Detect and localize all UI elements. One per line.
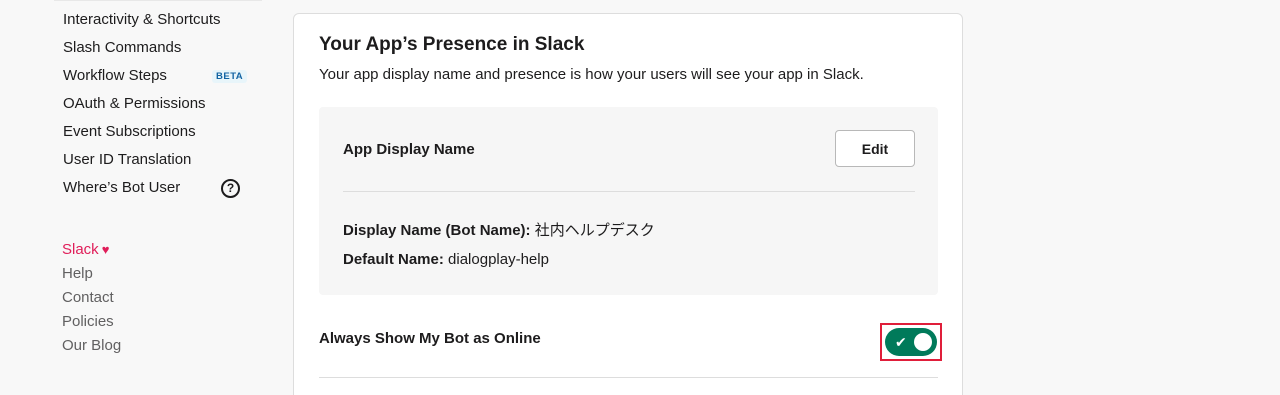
- default-name-row: Default Name: dialogplay-help: [343, 251, 549, 268]
- card-description: Your app display name and presence is ho…: [319, 66, 864, 83]
- help-icon[interactable]: ?: [221, 179, 240, 198]
- toggle-knob: [914, 333, 932, 351]
- sidebar-item-workflow-steps[interactable]: Workflow Steps: [63, 66, 167, 86]
- app-display-name-label: App Display Name: [343, 141, 475, 158]
- default-name-value: dialogplay-help: [448, 251, 549, 268]
- footer-link-help[interactable]: Help: [62, 264, 93, 284]
- card-divider: [319, 377, 938, 378]
- sidebar-item-user-id-translation[interactable]: User ID Translation: [63, 150, 191, 170]
- footer-link-contact[interactable]: Contact: [62, 288, 114, 308]
- footer-link-our-blog[interactable]: Our Blog: [62, 336, 121, 356]
- beta-badge: BETA: [212, 70, 248, 83]
- footer-link-slack-label: Slack: [62, 241, 99, 258]
- sidebar-item-event-subscriptions[interactable]: Event Subscriptions: [63, 122, 196, 142]
- default-name-key: Default Name:: [343, 251, 444, 268]
- display-name-key: Display Name (Bot Name):: [343, 222, 531, 239]
- app-presence-card: Your App’s Presence in Slack Your app di…: [293, 13, 963, 395]
- always-online-label: Always Show My Bot as Online: [319, 330, 541, 347]
- heart-icon: ♥: [101, 242, 110, 257]
- footer-link-slack[interactable]: Slack ♥: [62, 240, 109, 260]
- check-icon: ✔: [895, 334, 907, 350]
- panel-divider: [343, 191, 915, 192]
- always-online-toggle[interactable]: ✔: [885, 328, 937, 356]
- footer-link-policies[interactable]: Policies: [62, 312, 114, 332]
- sidebar-item-slash-commands[interactable]: Slash Commands: [63, 38, 181, 58]
- sidebar-item-wheres-bot-user[interactable]: Where’s Bot User: [63, 178, 180, 198]
- display-name-panel: App Display Name Edit Display Name (Bot …: [319, 107, 938, 295]
- sidebar: Interactivity & Shortcuts Slash Commands…: [54, 0, 262, 395]
- sidebar-nav: Interactivity & Shortcuts Slash Commands…: [54, 0, 262, 205]
- display-name-value: 社内ヘルプデスク: [534, 222, 655, 239]
- display-name-row: Display Name (Bot Name): 社内ヘルプデスク: [343, 219, 655, 240]
- sidebar-item-oauth-permissions[interactable]: OAuth & Permissions: [63, 94, 206, 114]
- card-title: Your App’s Presence in Slack: [319, 34, 585, 55]
- sidebar-item-interactivity-shortcuts[interactable]: Interactivity & Shortcuts: [63, 10, 221, 30]
- toggle-highlight-box: ✔: [880, 323, 942, 361]
- edit-button[interactable]: Edit: [835, 130, 915, 167]
